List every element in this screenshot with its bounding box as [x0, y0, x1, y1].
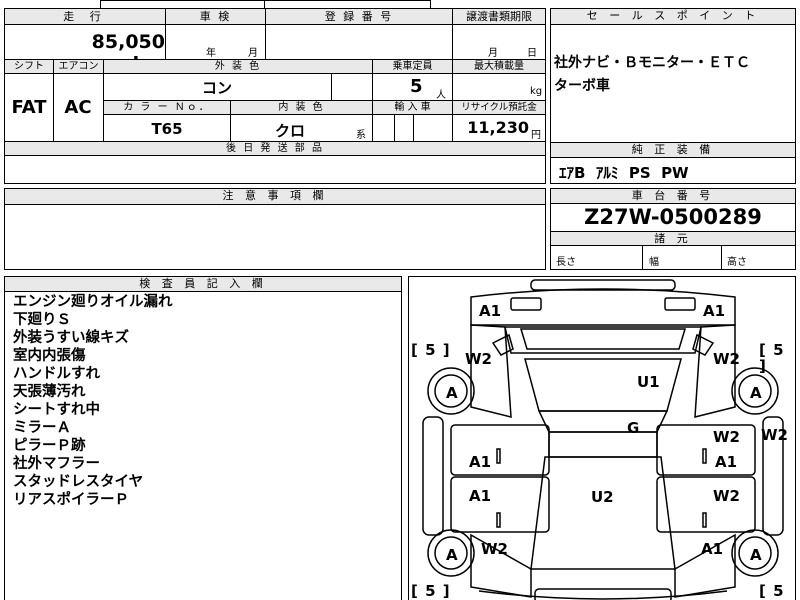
caution-box: 注 意 事 項 欄: [4, 188, 546, 270]
car-diagram-box: A1 A1 [ 5 ] [ 5 ] W2 W2 A A U1 G W2 W2 A…: [408, 276, 796, 600]
interior-color-header: 内 装 色: [230, 100, 373, 115]
inspector-note: シートすれ中: [13, 402, 100, 418]
diagram-wheel-fr-label: A: [750, 384, 762, 402]
chassis-value: Z27W-0500289: [584, 205, 762, 229]
sales-points-box: セ ー ル ス ポ イ ン ト 社外ナビ・Ｂモニター・ＥＴＣ ターボ車: [550, 8, 796, 143]
capacity-unit: 人: [436, 90, 446, 101]
specs-width: 幅: [649, 257, 659, 268]
inspector-note: リアスポイラーＰ: [13, 492, 129, 508]
specs-length: 長さ: [556, 257, 576, 268]
inspector-note: エンジン廻りオイル漏れ: [13, 294, 173, 310]
diagram-door-fr2-label: A1: [715, 453, 738, 471]
capacity-header: 乗車定員: [372, 59, 453, 74]
diagram-door-rr-label: W2: [713, 487, 740, 505]
mileage-header: 走 行: [4, 8, 166, 25]
diagram-door-fl-label: A1: [469, 453, 492, 471]
inspection-month-unit: 月: [248, 48, 258, 59]
color-no-value: T65: [151, 120, 183, 138]
transfer-month-unit: 月: [488, 48, 498, 59]
inspector-note: 下廻りＳ: [13, 312, 71, 328]
transfer-day-unit: 日: [527, 48, 537, 59]
diagram-glass-label: G: [627, 419, 640, 437]
diagram-cabin-rear-label: U2: [591, 488, 614, 506]
diagram-front-left-label: A1: [479, 302, 502, 320]
diagram-wheel-fl-label: A: [446, 384, 458, 402]
color-no-header: カ ラ ー Ｎｏ．: [103, 100, 231, 115]
inspection-header: 車 検: [165, 8, 266, 25]
chassis-header: 車 台 番 号: [551, 189, 795, 204]
diagram-door-rl-label: A1: [469, 487, 492, 505]
inspector-note: ピラーＰ跡: [13, 438, 86, 454]
tire-tread-rear-left: [ 5 ]: [411, 582, 451, 600]
later-parts-header: 後 日 発 送 部 品: [4, 141, 546, 156]
sales-points-line-1: 社外ナビ・Ｂモニター・ＥＴＣ: [554, 55, 750, 71]
inspector-notes-box: 検 査 員 記 入 欄 エンジン廻りオイル漏れ 下廻りＳ 外装うすい線キズ 室内…: [4, 276, 402, 600]
diagram-side-right-label: W2: [761, 426, 788, 444]
capacity-value: 5: [410, 76, 423, 97]
diagram-door-fr-label: W2: [713, 428, 740, 446]
tire-tread-rear-right: [ 5 ]: [759, 582, 785, 600]
inspection-year-unit: 年: [206, 48, 216, 59]
sales-points-line-2: ターボ車: [554, 78, 610, 94]
diagram-wheel-rl-label: A: [446, 546, 458, 564]
registration-header: 登 録 番 号: [265, 8, 453, 25]
shift-header: シフト: [4, 59, 54, 74]
transfer-deadline-header: 譲渡書類期限: [452, 8, 546, 25]
max-load-unit: kg: [530, 86, 543, 97]
inspector-note: ハンドルすれ: [13, 366, 100, 382]
import-car-header: 輸 入 車: [372, 100, 453, 115]
genuine-equipment-header: 純 正 装 備: [551, 143, 795, 158]
exterior-color-header: 外 装 色: [103, 59, 373, 74]
inspector-note: 外装うすい線キズ: [13, 330, 129, 346]
chassis-box: 車 台 番 号 Z27W-0500289 諸 元 長さ 幅 高さ: [550, 188, 796, 270]
recycle-header: リサイクル預託金: [452, 100, 546, 115]
diagram-quarter-rl-label: W2: [481, 540, 508, 558]
diagram-fender-fr-label: W2: [713, 350, 740, 368]
interior-color-value: クロ: [274, 122, 305, 140]
inspector-notes-header: 検 査 員 記 入 欄: [5, 277, 401, 292]
diagram-front-right-label: A1: [703, 302, 726, 320]
diagram-roof-label: U1: [637, 373, 660, 391]
caution-header: 注 意 事 項 欄: [5, 189, 545, 205]
max-load-header: 最大積載量: [452, 59, 546, 74]
specs-header: 諸 元: [551, 231, 795, 246]
inspector-note: スタッドレスタイヤ: [13, 474, 144, 490]
diagram-fender-fl-label: W2: [465, 350, 492, 368]
recycle-value: 11,230: [467, 118, 529, 137]
sales-points-header: セ ー ル ス ポ イ ン ト: [551, 9, 795, 25]
recycle-unit: 円: [531, 130, 541, 141]
inspector-note: 社外マフラー: [13, 456, 100, 472]
tire-tread-front-right: [ 5 ]: [759, 341, 785, 375]
genuine-equipment-value: ｴｱB ｱﾙﾐ PS PW: [559, 164, 689, 182]
inspector-note: 天張薄汚れ: [13, 384, 86, 400]
inspector-note: 室内内張傷: [13, 348, 86, 364]
aircon-value: AC: [64, 97, 92, 118]
specs-height: 高さ: [727, 257, 747, 268]
inspector-notes-list: エンジン廻りオイル漏れ 下廻りＳ 外装うすい線キズ 室内内張傷 ハンドルすれ 天…: [13, 293, 173, 509]
exterior-color-value: コン: [201, 79, 232, 97]
genuine-equipment-box: 純 正 装 備 ｴｱB ｱﾙﾐ PS PW: [550, 142, 796, 184]
interior-color-unit: 系: [356, 130, 366, 141]
diagram-quarter-rr-label: A1: [701, 540, 724, 558]
tire-tread-front-left: [ 5 ]: [411, 341, 451, 359]
shift-value: FAT: [11, 97, 47, 118]
inspector-note: ミラーＡ: [13, 420, 71, 436]
aircon-header: エアコン: [53, 59, 104, 74]
diagram-wheel-rr-label: A: [750, 546, 762, 564]
